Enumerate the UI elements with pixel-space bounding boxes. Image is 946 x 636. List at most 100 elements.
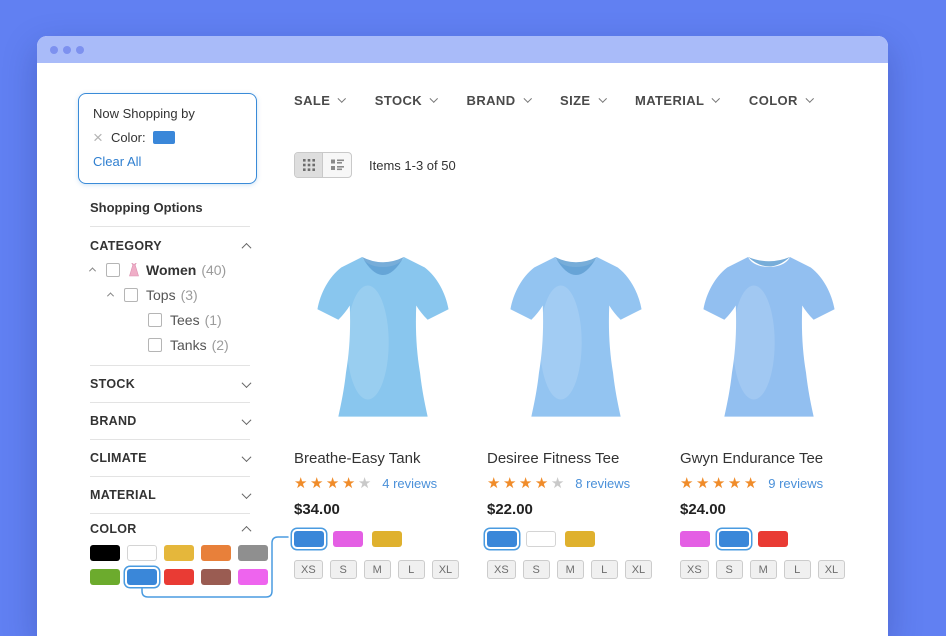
filter-label: SIZE xyxy=(560,93,591,108)
color-swatch-green[interactable] xyxy=(90,569,120,585)
product-name[interactable]: Breathe-Easy Tank xyxy=(294,450,472,467)
category-item-tees[interactable]: Tees (1) xyxy=(148,307,250,332)
collapse-icon[interactable] xyxy=(107,292,114,299)
size-option-xl[interactable]: XL xyxy=(432,560,459,579)
stock-section-header[interactable]: STOCK xyxy=(90,366,250,403)
size-option-s[interactable]: S xyxy=(523,560,550,579)
filter-label: COLOR xyxy=(749,93,798,108)
chevron-down-icon xyxy=(242,489,252,499)
tees-checkbox[interactable] xyxy=(148,313,162,327)
size-option-xl[interactable]: XL xyxy=(625,560,652,579)
women-checkbox[interactable] xyxy=(106,263,120,277)
size-option-s[interactable]: S xyxy=(716,560,743,579)
color-swatch-brown[interactable] xyxy=(201,569,231,585)
filter-dropdown-sale[interactable]: SALE xyxy=(294,93,345,108)
color-swatch-blue[interactable] xyxy=(487,531,517,547)
filter-dropdown-size[interactable]: SIZE xyxy=(560,93,605,108)
climate-section-header[interactable]: CLIMATE xyxy=(90,440,250,477)
listing-toolbar: Items 1-3 of 50 xyxy=(294,152,879,178)
filter-dropdown-stock[interactable]: STOCK xyxy=(375,93,437,108)
size-option-l[interactable]: L xyxy=(398,560,425,579)
star-filled-icon: ★ xyxy=(535,476,548,491)
size-option-m[interactable]: M xyxy=(557,560,584,579)
window-control-dot[interactable] xyxy=(63,46,71,54)
product-name[interactable]: Gwyn Endurance Tee xyxy=(680,450,858,467)
product-listing: SALE STOCK BRAND SIZE MATERIAL xyxy=(294,63,879,579)
category-section-header[interactable]: CATEGORY xyxy=(90,239,250,253)
color-swatch-blue[interactable] xyxy=(127,569,157,585)
color-swatch-blue[interactable] xyxy=(294,531,324,547)
filter-dropdown-brand[interactable]: BRAND xyxy=(467,93,530,108)
category-item-tanks[interactable]: Tanks (2) xyxy=(148,332,250,357)
grid-view-button[interactable] xyxy=(295,153,323,177)
category-item-tops[interactable]: Tops (3) xyxy=(108,282,250,307)
size-option-xl[interactable]: XL xyxy=(818,560,845,579)
color-swatch-orange[interactable] xyxy=(201,545,231,561)
color-swatch-yellow[interactable] xyxy=(565,531,595,547)
category-section-label: CATEGORY xyxy=(90,239,162,253)
reviews-link[interactable]: 4 reviews xyxy=(382,476,437,491)
color-swatch-red[interactable] xyxy=(758,531,788,547)
tanks-checkbox[interactable] xyxy=(148,338,162,352)
product-image[interactable] xyxy=(294,224,472,432)
product-size-options: XS SML XL xyxy=(487,560,665,579)
color-swatch-magenta[interactable] xyxy=(238,569,268,585)
color-swatch-yellow[interactable] xyxy=(372,531,402,547)
color-swatch-white[interactable] xyxy=(526,531,556,547)
material-section-header[interactable]: MATERIAL xyxy=(90,477,250,514)
window-control-dot[interactable] xyxy=(50,46,58,54)
category-label: Women xyxy=(146,262,196,278)
product-card: Gwyn Endurance Tee ★★★★★ 9 reviews $24.0… xyxy=(680,224,858,579)
category-tree: Women (40) Tops (3) Tees (1) xyxy=(90,257,250,357)
star-empty-icon: ★ xyxy=(358,476,371,491)
color-section-header[interactable]: COLOR xyxy=(90,522,250,536)
product-image[interactable] xyxy=(487,224,665,432)
category-item-women[interactable]: Women (40) xyxy=(90,257,250,282)
star-filled-icon: ★ xyxy=(696,476,709,491)
size-option-l[interactable]: L xyxy=(591,560,618,579)
color-swatch-yellow[interactable] xyxy=(164,545,194,561)
chevron-down-icon xyxy=(598,94,606,102)
filter-dropdown-material[interactable]: MATERIAL xyxy=(635,93,719,108)
chevron-down-icon xyxy=(338,94,346,102)
reviews-link[interactable]: 9 reviews xyxy=(768,476,823,491)
size-option-s[interactable]: S xyxy=(330,560,357,579)
clear-all-link[interactable]: Clear All xyxy=(93,154,141,169)
size-option-xs[interactable]: XS xyxy=(680,560,709,579)
color-swatch-magenta[interactable] xyxy=(333,531,363,547)
color-swatch-blue[interactable] xyxy=(719,531,749,547)
color-swatch-red[interactable] xyxy=(164,569,194,585)
star-filled-icon: ★ xyxy=(326,476,339,491)
desktop-background: Now Shopping by × Color: Clear All Shopp… xyxy=(0,0,946,636)
reviews-link[interactable]: 8 reviews xyxy=(575,476,630,491)
dress-icon xyxy=(128,263,140,277)
applied-filter-color-swatch xyxy=(153,131,175,144)
view-mode-toggle xyxy=(294,152,352,178)
color-swatch-black[interactable] xyxy=(90,545,120,561)
chevron-down-icon xyxy=(242,452,252,462)
chevron-up-icon xyxy=(242,242,252,252)
size-option-xs[interactable]: XS xyxy=(487,560,516,579)
brand-section-header[interactable]: BRAND xyxy=(90,403,250,440)
product-image[interactable] xyxy=(680,224,858,432)
tops-checkbox[interactable] xyxy=(124,288,138,302)
color-swatch-gray[interactable] xyxy=(238,545,268,561)
star-filled-icon: ★ xyxy=(519,476,532,491)
color-swatch-magenta[interactable] xyxy=(680,531,710,547)
size-option-l[interactable]: L xyxy=(784,560,811,579)
window-control-dot[interactable] xyxy=(76,46,84,54)
applied-filter-label: Color: xyxy=(111,130,146,145)
shopping-options-sidebar: Shopping Options CATEGORY xyxy=(90,200,250,585)
star-empty-icon: ★ xyxy=(551,476,564,491)
product-card: Breathe-Easy Tank ★★★★★ 4 reviews $34.00… xyxy=(294,224,472,579)
size-option-xs[interactable]: XS xyxy=(294,560,323,579)
size-option-m[interactable]: M xyxy=(364,560,391,579)
collapse-icon[interactable] xyxy=(89,267,96,274)
list-view-button[interactable] xyxy=(323,153,351,177)
remove-filter-icon[interactable]: × xyxy=(93,132,103,144)
filter-dropdown-color[interactable]: COLOR xyxy=(749,93,812,108)
product-name[interactable]: Desiree Fitness Tee xyxy=(487,450,665,467)
size-option-m[interactable]: M xyxy=(750,560,777,579)
chevron-down-icon xyxy=(712,94,720,102)
color-swatch-white[interactable] xyxy=(127,545,157,561)
